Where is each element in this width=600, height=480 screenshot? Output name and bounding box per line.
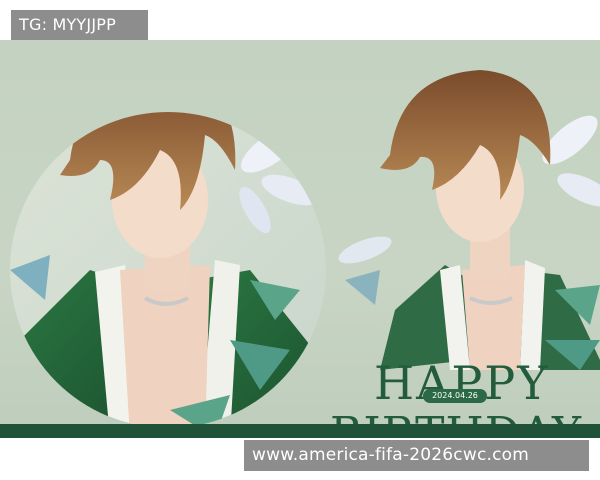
left-portrait-circle (10, 112, 326, 428)
bottom-green-band (0, 424, 600, 438)
top-watermark: TG: MYYJJPP (11, 10, 148, 40)
birthday-artwork: HAPPY 2024.04.26 BIRTHDAY (0, 40, 600, 438)
bottom-url-watermark: www.america-fifa-2026cwc.com (244, 440, 589, 471)
right-portrait-panel (338, 70, 600, 370)
date-badge: 2024.04.26 (423, 389, 487, 403)
